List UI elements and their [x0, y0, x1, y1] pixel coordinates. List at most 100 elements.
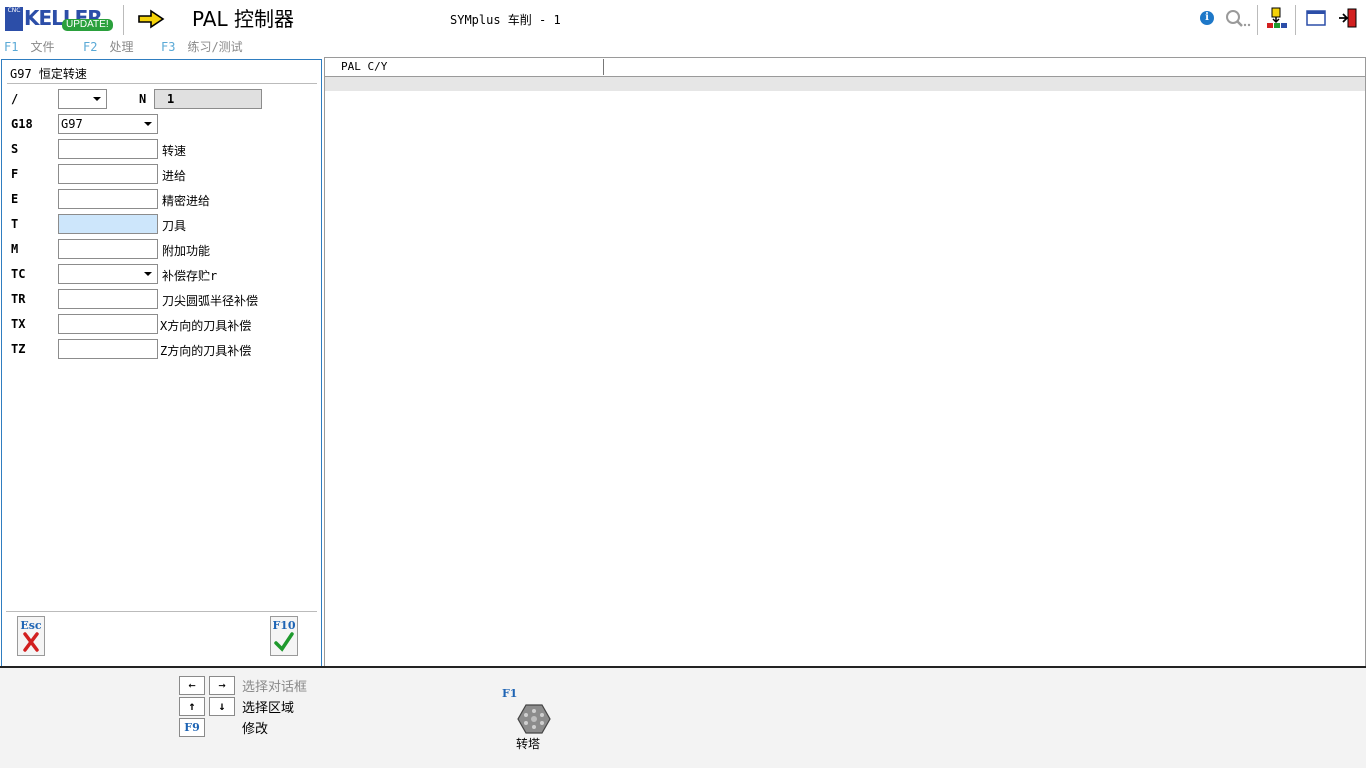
table-row[interactable]: [325, 77, 1365, 91]
chevron-down-icon: [144, 272, 152, 276]
n-label: N: [139, 92, 147, 106]
cancel-x-icon: [23, 632, 39, 652]
dialog-divider: [7, 83, 317, 84]
s-description: 转速: [162, 144, 187, 158]
menu-process-label: 处理: [109, 40, 134, 54]
column-header-pal[interactable]: PAL C/Y: [341, 60, 387, 73]
toolbar-divider: [1257, 5, 1258, 35]
title-bar: CNC KELLER UPDATE! PAL 控制器 SYMplus 车削 - …: [0, 0, 1366, 39]
column-divider[interactable]: [603, 59, 604, 75]
window-subtitle: SYMplus 车削 - 1: [450, 13, 561, 27]
info-icon[interactable]: i: [1200, 11, 1214, 25]
window-icon[interactable]: [1306, 10, 1326, 26]
cnc-logo-mark: CNC: [5, 7, 23, 31]
f9-key: F9: [179, 718, 205, 737]
program-panel: PAL C/Y: [324, 57, 1366, 668]
arrow-right-key-icon: →: [209, 676, 235, 695]
slash-select[interactable]: [58, 89, 107, 109]
cancel-button[interactable]: Esc: [17, 616, 45, 656]
search-icon[interactable]: [1225, 9, 1253, 29]
exit-icon[interactable]: [1338, 8, 1358, 28]
s-input[interactable]: [58, 139, 158, 159]
row-tc: TC 补偿存贮r: [2, 264, 321, 284]
confirm-button[interactable]: F10: [270, 616, 298, 656]
switch-program-icon[interactable]: [1266, 7, 1288, 29]
hint-modify: 修改: [242, 722, 269, 737]
row-e-label: E: [11, 192, 19, 206]
row-slash-label: /: [11, 92, 19, 106]
g97-dialog: G97 恒定转速 / N 1 G18 G97 S 转速 F 进给 E 精密进给 …: [1, 59, 322, 667]
row-tz: TZ Z方向的刀具补偿: [2, 339, 321, 359]
tz-description: Z方向的刀具补偿: [160, 344, 252, 358]
dialog-divider: [6, 611, 317, 612]
keller-logo: CNC KELLER UPDATE!: [5, 7, 115, 33]
tz-input[interactable]: [58, 339, 158, 359]
title-divider: [123, 5, 124, 35]
menu-process-key: F2: [83, 40, 98, 54]
menu-practice-key: F3: [161, 40, 176, 54]
row-f: F 进给: [2, 164, 321, 184]
menu-practice-label: 练习/测试: [187, 40, 243, 54]
menu-process[interactable]: F2 处理: [83, 38, 133, 56]
tr-input[interactable]: [58, 289, 158, 309]
row-m: M 附加功能: [2, 239, 321, 259]
f10-key-label: F10: [272, 619, 296, 632]
row-tc-label: TC: [11, 267, 26, 281]
t-input[interactable]: [58, 214, 158, 234]
tx-description: X方向的刀具补偿: [160, 319, 252, 333]
row-tz-label: TZ: [11, 342, 26, 356]
chevron-down-icon: [144, 122, 152, 126]
hint-select-dialog: 选择对话框: [242, 680, 308, 695]
n-field: 1: [154, 89, 262, 109]
row-tr-label: TR: [11, 292, 26, 306]
arrow-right-icon[interactable]: [137, 8, 167, 30]
row-tx: TX X方向的刀具补偿: [2, 314, 321, 334]
turret-icon[interactable]: [517, 704, 551, 734]
row-t: T 刀具: [2, 214, 321, 234]
e-input[interactable]: [58, 189, 158, 209]
tc-select[interactable]: [58, 264, 158, 284]
turret-label[interactable]: 转塔: [516, 735, 540, 752]
g18-select[interactable]: G97: [58, 114, 158, 134]
f1-key-label: F1: [502, 687, 518, 700]
row-g18-label: G18: [11, 117, 33, 131]
m-input[interactable]: [58, 239, 158, 259]
footer-help: ← → 选择对话框 ↑ ↓ 选择区域 F9 修改 F1 转塔: [0, 668, 1366, 768]
row-slash: / N 1: [2, 89, 321, 109]
table-header: PAL C/Y: [325, 58, 1365, 77]
arrow-down-key-icon: ↓: [209, 697, 235, 716]
menu-practice[interactable]: F3 练习/测试: [161, 38, 243, 56]
tc-description: 补偿存贮r: [162, 269, 218, 283]
row-s: S 转速: [2, 139, 321, 159]
toolbar-divider: [1295, 5, 1296, 35]
menu-file-label: 文件: [30, 40, 55, 54]
row-f-label: F: [11, 167, 19, 181]
dialog-title: G97 恒定转速: [10, 67, 87, 81]
update-badge[interactable]: UPDATE!: [62, 19, 113, 31]
tr-description: 刀尖圆弧半径补偿: [162, 294, 259, 308]
hint-select-area: 选择区域: [242, 701, 295, 716]
arrow-left-key-icon: ←: [179, 676, 205, 695]
row-g18: G18 G97: [2, 114, 321, 134]
f-input[interactable]: [58, 164, 158, 184]
chevron-down-icon: [93, 97, 101, 101]
tx-input[interactable]: [58, 314, 158, 334]
row-tx-label: TX: [11, 317, 26, 331]
m-description: 附加功能: [162, 244, 211, 258]
e-description: 精密进给: [162, 194, 211, 208]
app-title: PAL 控制器: [192, 7, 294, 31]
checkmark-icon: [274, 632, 294, 652]
menu-file[interactable]: F1 文件: [4, 38, 54, 56]
row-e: E 精密进给: [2, 189, 321, 209]
g18-select-value: G97: [61, 117, 83, 131]
esc-key-label: Esc: [20, 619, 42, 632]
arrow-up-key-icon: ↑: [179, 697, 205, 716]
row-tr: TR 刀尖圆弧半径补偿: [2, 289, 321, 309]
menu-bar: F1 文件 F2 处理 F3 练习/测试: [0, 38, 1366, 56]
row-m-label: M: [11, 242, 19, 256]
menu-file-key: F1: [4, 40, 19, 54]
row-s-label: S: [11, 142, 19, 156]
f-description: 进给: [162, 169, 187, 183]
row-t-label: T: [11, 217, 19, 231]
t-description: 刀具: [162, 219, 187, 233]
